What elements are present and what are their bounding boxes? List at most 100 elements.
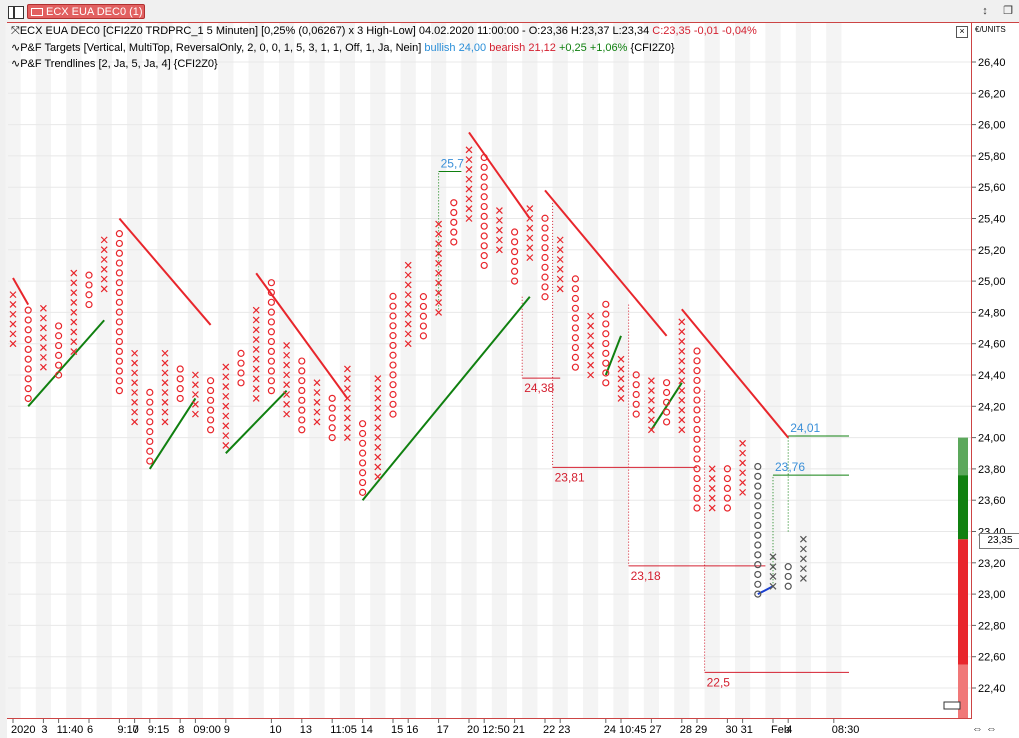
x-tick-label: 09:00 xyxy=(193,724,221,736)
o-box xyxy=(693,455,701,463)
o-box xyxy=(267,328,275,336)
o-box xyxy=(480,163,488,171)
o-box xyxy=(693,347,701,355)
o-box xyxy=(723,504,732,512)
o-box xyxy=(784,563,792,571)
o-box xyxy=(754,502,762,510)
o-box xyxy=(176,394,184,403)
y-tick-label: 26,20 xyxy=(978,88,1006,100)
o-box xyxy=(115,367,124,375)
o-box xyxy=(510,257,519,266)
o-box xyxy=(693,445,701,453)
o-box xyxy=(754,531,762,539)
o-box xyxy=(207,386,215,395)
x-tick-label: 3 xyxy=(41,724,47,736)
x-tick-label: 28 xyxy=(680,724,692,736)
o-box xyxy=(115,288,124,297)
o-box xyxy=(115,347,124,355)
o-box xyxy=(389,292,397,300)
o-box xyxy=(419,302,427,311)
o-box xyxy=(389,410,397,418)
o-box xyxy=(267,367,275,375)
target-label: 23,18 xyxy=(631,569,661,583)
x-tick-label: 4 xyxy=(786,724,792,736)
o-box xyxy=(693,396,701,404)
o-box xyxy=(298,416,306,424)
day-shade xyxy=(643,23,659,718)
o-box xyxy=(571,334,580,342)
o-box xyxy=(237,379,245,387)
o-box xyxy=(541,234,549,242)
o-box xyxy=(632,410,640,418)
x-tick-label: 15 xyxy=(391,724,403,736)
day-shade xyxy=(218,23,234,718)
pnf-chart-svg: 22,4022,6022,8023,0023,2023,4023,6023,80… xyxy=(5,23,1006,736)
o-box xyxy=(723,484,732,492)
o-box xyxy=(450,238,458,246)
o-box xyxy=(146,388,154,396)
y-tick-label: 22,60 xyxy=(978,652,1006,664)
o-box xyxy=(602,349,610,357)
target-label: 25,7 xyxy=(441,157,465,171)
y-tick-label: 24,80 xyxy=(978,307,1006,319)
o-box xyxy=(480,193,488,201)
day-shade xyxy=(127,23,143,718)
x-tick-label: 20 xyxy=(467,724,479,736)
o-box xyxy=(85,271,93,279)
o-box xyxy=(754,551,762,559)
o-box xyxy=(662,388,671,397)
o-box xyxy=(359,469,367,477)
indicator-icon[interactable]: ∿ xyxy=(11,42,20,54)
o-box xyxy=(389,361,397,369)
o-box xyxy=(298,386,306,395)
o-box xyxy=(24,385,32,393)
o-box xyxy=(359,488,367,496)
target-label: 24,01 xyxy=(790,421,820,435)
indicator-icon[interactable]: ∿ xyxy=(11,58,20,70)
y-tick-label: 24,20 xyxy=(978,401,1006,413)
day-shade xyxy=(248,23,264,718)
o-box xyxy=(298,377,306,385)
legend-trendlines: ∿P&F Trendlines [2, Ja, 5, Ja, 4] {CFI2Z… xyxy=(11,57,218,70)
o-box xyxy=(693,425,701,434)
target-label: 24,38 xyxy=(524,381,554,395)
y-tick-label: 25,60 xyxy=(978,182,1006,194)
o-box xyxy=(754,472,762,480)
legend-instrument: ⤧ECX EUA DEC0 [CFI2Z0 TRDPRC_1 5 Minuten… xyxy=(11,25,757,38)
target-band-bear xyxy=(958,539,968,665)
o-box xyxy=(267,357,275,365)
o-box xyxy=(24,355,32,363)
o-box xyxy=(693,406,701,414)
day-shade xyxy=(735,23,751,718)
o-box xyxy=(359,449,367,457)
o-box xyxy=(54,332,63,340)
o-box xyxy=(146,437,154,446)
o-box xyxy=(450,218,458,226)
o-box xyxy=(389,381,397,389)
x-tick-label: 8 xyxy=(178,724,184,736)
y-tick-label: 25,20 xyxy=(978,245,1006,257)
o-box xyxy=(115,357,124,365)
o-box xyxy=(389,332,397,340)
o-box xyxy=(298,426,306,434)
day-shade xyxy=(66,23,82,718)
o-box xyxy=(115,269,124,277)
y-tick-label: 25,80 xyxy=(978,151,1006,163)
o-box xyxy=(602,379,610,387)
o-box xyxy=(115,387,124,395)
o-box xyxy=(571,324,580,332)
o-box xyxy=(693,484,701,492)
o-box xyxy=(267,318,275,326)
o-box xyxy=(146,408,154,416)
o-box xyxy=(328,414,336,422)
o-box xyxy=(267,347,275,355)
o-box xyxy=(359,439,367,447)
o-box xyxy=(693,376,701,385)
o-box xyxy=(754,492,762,500)
day-shade xyxy=(96,23,112,718)
o-box xyxy=(541,293,549,301)
legend-instrument-text: ECX EUA DEC0 [CFI2Z0 TRDPRC_1 5 Minuten]… xyxy=(19,25,650,37)
day-shade xyxy=(552,23,568,718)
crosshair-icon[interactable]: ⤧ xyxy=(11,25,20,37)
o-box xyxy=(693,474,701,483)
